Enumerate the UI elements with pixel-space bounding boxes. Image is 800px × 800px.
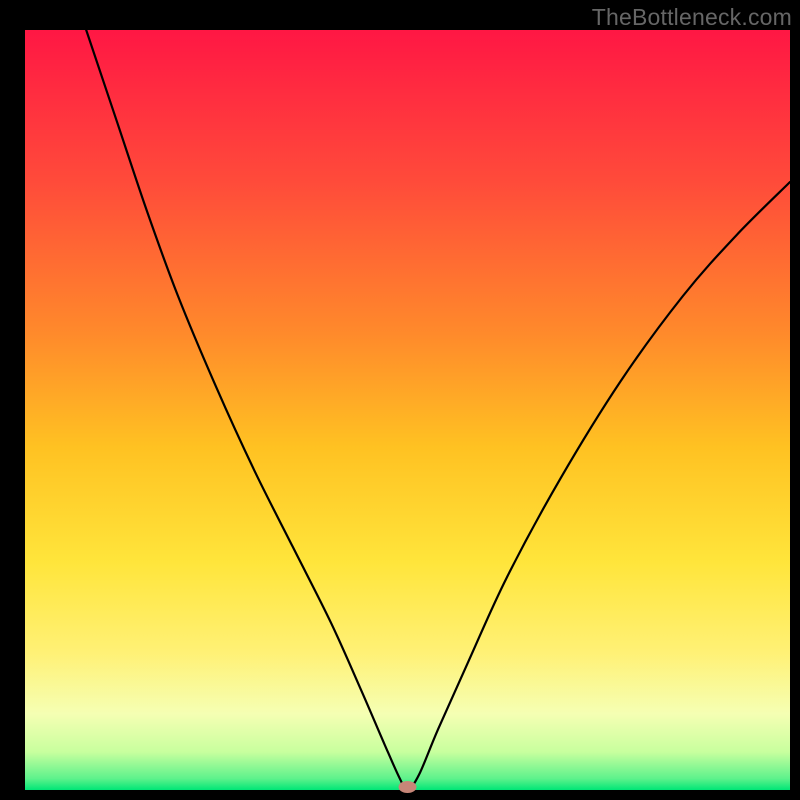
chart-gradient-background [25, 30, 790, 790]
vertex-marker [399, 781, 417, 793]
watermark: TheBottleneck.com [592, 4, 792, 31]
bottleneck-chart [0, 0, 800, 800]
chart-canvas: TheBottleneck.com [0, 0, 800, 800]
